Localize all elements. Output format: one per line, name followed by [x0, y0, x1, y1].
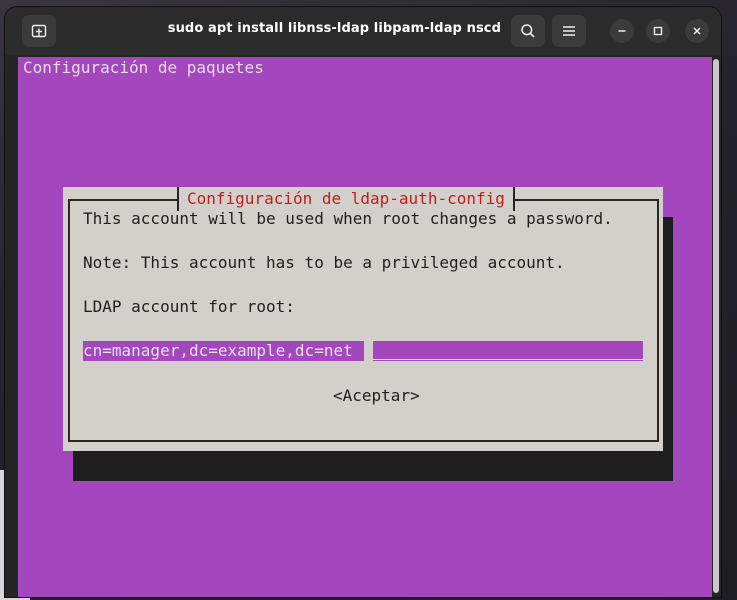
ldap-root-account-value: cn=manager,dc=example,dc=net	[83, 341, 353, 360]
input-blank-underline	[373, 341, 643, 360]
minimize-icon	[618, 30, 626, 32]
new-tab-button[interactable]	[22, 15, 56, 47]
minimize-button[interactable]	[610, 19, 634, 43]
input-gap	[364, 341, 373, 361]
dialog-note: Note: This account has to be a privilege…	[83, 253, 565, 272]
dialog-description: This account will be used when root chan…	[83, 209, 613, 228]
ldap-config-dialog: Configuración de ldap-auth-config This a…	[63, 187, 663, 451]
title-bar[interactable]: sudo apt install libnss-ldap libpam-ldap…	[5, 7, 721, 55]
terminal-area[interactable]: Configuración de paquetes Configuración …	[18, 57, 712, 597]
accept-button[interactable]: <Aceptar>	[333, 385, 420, 407]
search-icon	[521, 24, 535, 38]
terminal-scrollbar[interactable]	[713, 59, 719, 593]
maximize-button[interactable]	[646, 19, 670, 43]
new-tab-icon	[31, 24, 47, 38]
search-button[interactable]	[511, 15, 545, 47]
dialog-prompt-label: LDAP account for root:	[83, 297, 295, 316]
window-title: sudo apt install libnss-ldap libpam-ldap…	[167, 21, 501, 36]
hamburger-menu-icon	[563, 26, 575, 36]
maximize-icon	[653, 26, 663, 36]
ldap-root-account-input[interactable]: cn=manager,dc=example,dc=net	[83, 341, 643, 361]
menu-button[interactable]	[552, 15, 586, 47]
dialog-title: Configuración de ldap-auth-config	[187, 189, 505, 208]
package-config-heading: Configuración de paquetes	[23, 58, 264, 77]
terminal-window: sudo apt install libnss-ldap libpam-ldap…	[5, 7, 721, 597]
close-icon	[693, 27, 701, 35]
close-button[interactable]	[685, 19, 709, 43]
